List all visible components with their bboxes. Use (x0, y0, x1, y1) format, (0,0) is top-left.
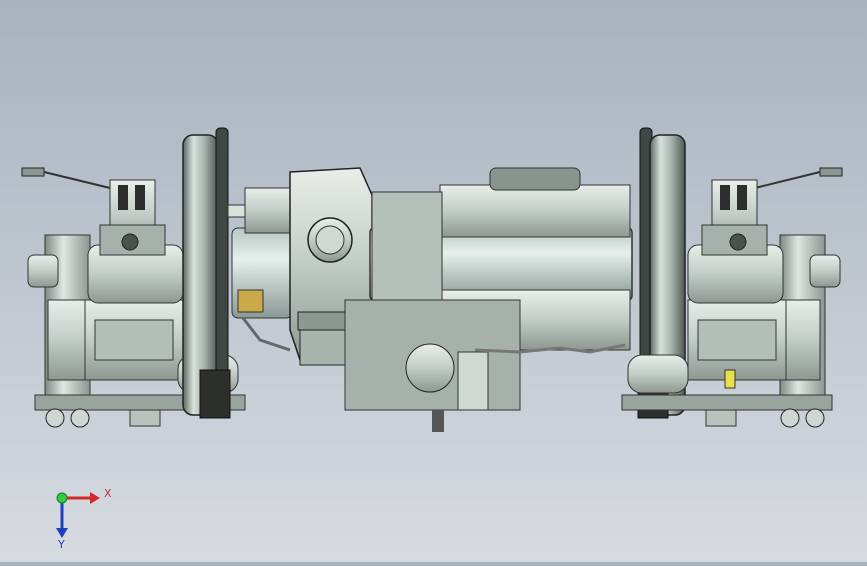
x-axis-label: X (104, 487, 112, 500)
cad-viewport[interactable] (0, 0, 867, 562)
z-axis-arrow (56, 498, 68, 538)
y-axis-label: Y (57, 538, 65, 550)
x-axis-arrow (62, 492, 100, 504)
left-wheel (182, 127, 231, 419)
bogie-model[interactable] (0, 0, 867, 562)
axis-triad: X Y (40, 480, 120, 551)
y-axis-origin (56, 492, 68, 504)
central-drive (227, 167, 633, 432)
